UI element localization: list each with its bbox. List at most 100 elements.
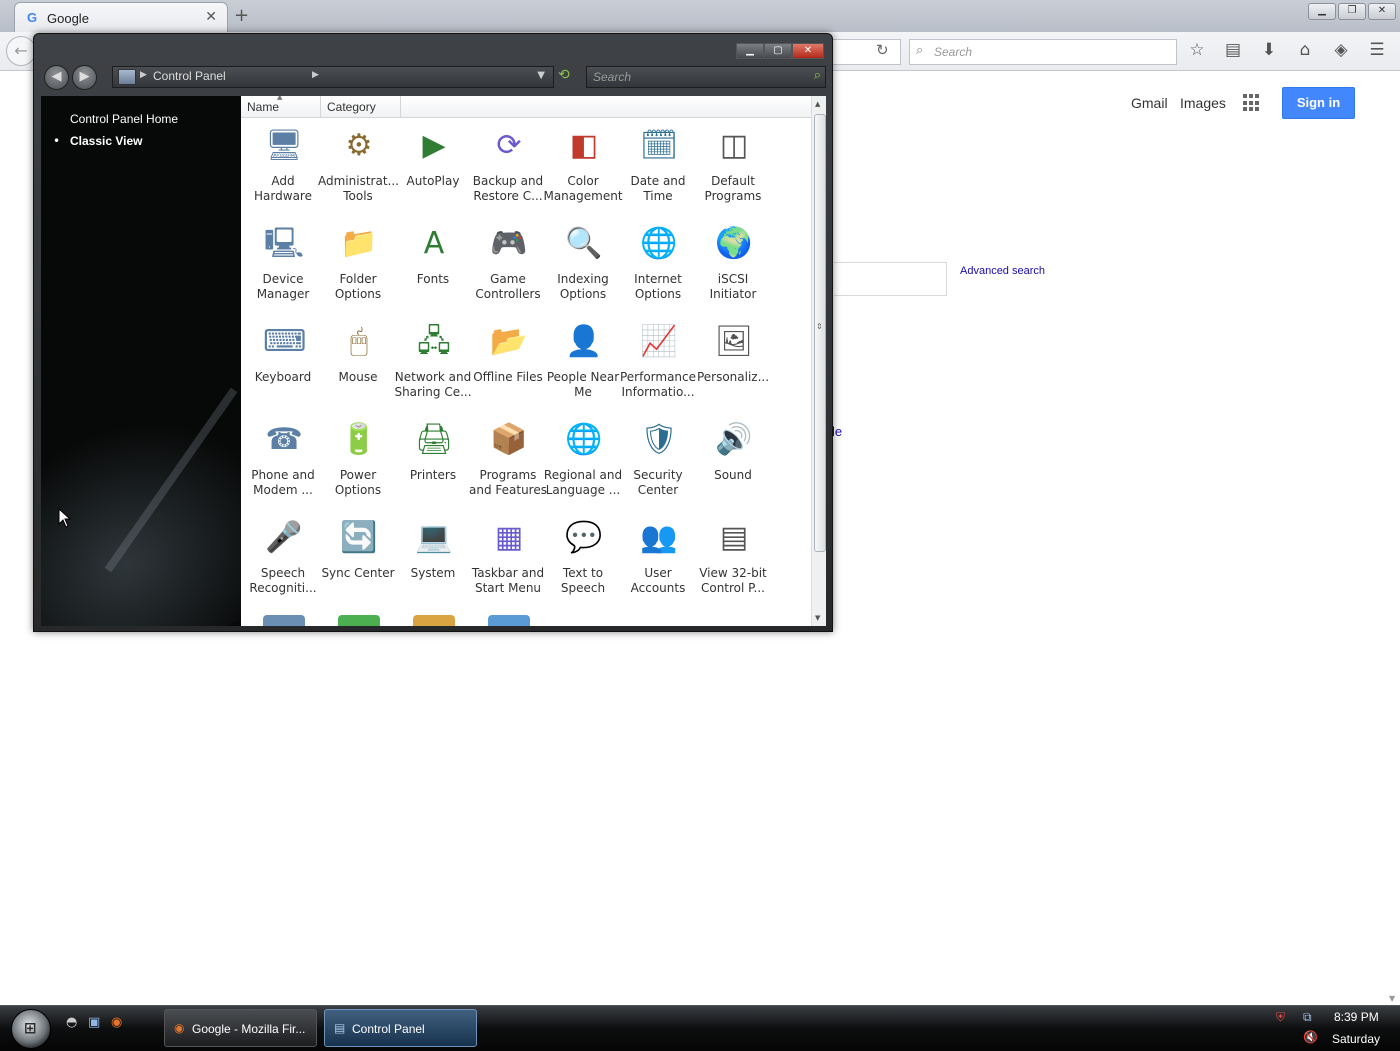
cp-item[interactable]: 👤 People Near Me bbox=[545, 317, 621, 413]
scroll-down-icon[interactable]: ▼ bbox=[815, 614, 820, 622]
cp-item[interactable]: 🎤 Speech Recogniti... bbox=[245, 513, 321, 609]
network-icon[interactable]: ⧉ bbox=[1303, 1010, 1312, 1025]
clock-day[interactable]: Saturday bbox=[1332, 1032, 1380, 1046]
cp-item-partial[interactable] bbox=[245, 611, 321, 626]
cp-item-partial[interactable] bbox=[320, 611, 396, 626]
new-tab-button[interactable]: + bbox=[234, 5, 249, 26]
cp-item[interactable]: ◫ Default Programs bbox=[695, 121, 771, 217]
cp-item[interactable]: 💻 System bbox=[395, 513, 471, 609]
page-scrollbar[interactable]: ▼ bbox=[1386, 70, 1400, 1005]
tab-close-icon[interactable]: ✕ bbox=[205, 9, 217, 25]
cp-item[interactable]: ☎ Phone and Modem ... bbox=[245, 415, 321, 511]
cp-item[interactable]: 🖧 Network and Sharing Ce... bbox=[394, 317, 471, 413]
scroll-down-icon[interactable]: ▼ bbox=[1389, 994, 1395, 1003]
cp-item[interactable]: 🌐 Internet Options bbox=[620, 219, 696, 315]
cp-close-button[interactable]: ✕ bbox=[792, 43, 824, 59]
menu-icon[interactable]: ☰ bbox=[1366, 40, 1388, 60]
cp-item[interactable]: 🎮 Game Controllers bbox=[470, 219, 546, 315]
cp-item[interactable]: 📈 Performance Informatio... bbox=[620, 317, 696, 413]
cp-item[interactable]: 🗓 Date and Time bbox=[620, 121, 696, 217]
cp-item[interactable]: 🔄 Sync Center bbox=[320, 513, 396, 609]
column-header-name[interactable]: ▲ Name bbox=[241, 96, 321, 117]
search-icon[interactable]: ⌕ bbox=[814, 68, 821, 83]
browser-toolbar: ☆ ▤ ⬇ ⌂ ◈ ☰ bbox=[1186, 40, 1388, 60]
cp-item[interactable]: 🖳 Device Manager bbox=[245, 219, 321, 315]
browser-search-input[interactable]: ⌕ Search bbox=[909, 39, 1177, 65]
cp-item[interactable]: ▦ Taskbar and Start Menu bbox=[470, 513, 546, 609]
cp-item[interactable]: ◧ Color Management bbox=[543, 121, 622, 217]
breadcrumb-arrow-icon[interactable]: ▶ bbox=[140, 70, 147, 80]
cp-item[interactable]: 📂 Offline Files bbox=[470, 317, 546, 413]
column-header-category[interactable]: Category bbox=[321, 96, 401, 117]
cp-item-label: Programs and Features bbox=[469, 468, 547, 497]
cp-item[interactable]: ▶ AutoPlay bbox=[395, 121, 471, 217]
cp-item[interactable]: 🔊 Sound bbox=[695, 415, 771, 511]
cp-item-partial[interactable] bbox=[470, 611, 546, 626]
advanced-search-link[interactable]: Advanced search bbox=[960, 265, 1045, 277]
home-icon[interactable]: ⌂ bbox=[1294, 40, 1316, 60]
cp-item[interactable]: 🌐 Regional and Language ... bbox=[544, 415, 622, 511]
partial-link[interactable]: le bbox=[832, 424, 842, 439]
cp-item[interactable]: 📦 Programs and Features bbox=[469, 415, 547, 511]
cp-back-button[interactable]: ◀ bbox=[44, 65, 69, 90]
back-button[interactable]: ← bbox=[6, 36, 36, 66]
firefox-icon[interactable]: ◉ bbox=[111, 1015, 122, 1030]
url-bar[interactable] bbox=[830, 39, 901, 65]
cp-item[interactable]: 🛡 Security Center bbox=[620, 415, 696, 511]
switch-windows-icon[interactable]: ▣ bbox=[88, 1015, 100, 1030]
cp-scrollbar[interactable]: ▲ ⇕ ▼ bbox=[811, 96, 826, 626]
images-link[interactable]: Images bbox=[1180, 95, 1226, 111]
control-panel-home-link[interactable]: Control Panel Home bbox=[70, 112, 178, 126]
security-alert-icon[interactable]: ⛨ bbox=[1276, 1010, 1285, 1025]
cp-item[interactable]: 🔍 Indexing Options bbox=[545, 219, 621, 315]
cp-item[interactable]: 🖨 Printers bbox=[395, 415, 471, 511]
google-search-input[interactable] bbox=[834, 262, 947, 296]
pocket-icon[interactable]: ◈ bbox=[1330, 40, 1352, 60]
cp-item[interactable]: ⚙ Administrat... Tools bbox=[318, 121, 399, 217]
download-icon[interactable]: ⬇ bbox=[1258, 40, 1280, 60]
cp-item[interactable]: 📁 Folder Options bbox=[320, 219, 396, 315]
cp-forward-button[interactable]: ▶ bbox=[72, 65, 97, 90]
iscsi-icon: 🌍 bbox=[715, 226, 753, 261]
close-button[interactable]: ✕ bbox=[1368, 3, 1396, 20]
minimize-button[interactable]: ▁ bbox=[1308, 3, 1336, 20]
gmail-link[interactable]: Gmail bbox=[1131, 95, 1168, 111]
taskbar-button-firefox[interactable]: ◉ Google - Mozilla Fir... bbox=[164, 1009, 317, 1047]
cp-address-bar[interactable]: ▶ Control Panel ▶ ▼ bbox=[112, 66, 554, 88]
apps-grid-icon[interactable] bbox=[1243, 94, 1261, 112]
reading-list-icon[interactable]: ▤ bbox=[1222, 40, 1244, 60]
cp-item[interactable]: 💬 Text to Speech bbox=[545, 513, 621, 609]
chevron-down-icon[interactable]: ▼ bbox=[537, 70, 545, 81]
scroll-thumb[interactable] bbox=[814, 114, 826, 552]
start-button[interactable]: ⊞ bbox=[11, 1009, 51, 1049]
cp-item[interactable]: 🖱 Mouse bbox=[320, 317, 396, 413]
refresh-icon[interactable]: ⟲ bbox=[558, 67, 570, 83]
browser-tab[interactable]: G Google ✕ bbox=[14, 2, 228, 33]
volume-muted-icon[interactable]: 🔇 bbox=[1303, 1030, 1318, 1044]
clock-time[interactable]: 8:39 PM bbox=[1334, 1010, 1379, 1024]
cp-maximize-button[interactable]: ▢ bbox=[764, 43, 792, 59]
cp-item[interactable]: A Fonts bbox=[395, 219, 471, 315]
scroll-up-icon[interactable]: ▲ bbox=[815, 100, 820, 108]
reload-icon[interactable]: ↻ bbox=[876, 41, 889, 59]
restore-button[interactable]: ❐ bbox=[1338, 3, 1366, 20]
cp-item[interactable]: ⟳ Backup and Restore C... bbox=[470, 121, 546, 217]
cp-item-partial[interactable] bbox=[395, 611, 471, 626]
cp-item[interactable]: 👥 User Accounts bbox=[620, 513, 696, 609]
cp-item[interactable]: 🖼 Personaliz... bbox=[695, 317, 771, 413]
cp-search-input[interactable]: Search ⌕ bbox=[586, 66, 826, 88]
cp-item[interactable]: 🖥 Add Hardware bbox=[245, 121, 321, 217]
classic-view-link[interactable]: Classic View bbox=[70, 134, 143, 148]
breadcrumb[interactable]: Control Panel bbox=[153, 69, 226, 83]
column-headers: ▲ Name Category bbox=[241, 96, 811, 118]
cp-item[interactable]: 🔋 Power Options bbox=[320, 415, 396, 511]
cp-item[interactable]: 🌍 iSCSI Initiator bbox=[695, 219, 771, 315]
star-icon[interactable]: ☆ bbox=[1186, 40, 1208, 60]
sign-in-button[interactable]: Sign in bbox=[1282, 87, 1355, 119]
cp-item[interactable]: ⌨ Keyboard bbox=[245, 317, 321, 413]
show-desktop-icon[interactable]: ◓ bbox=[66, 1015, 77, 1030]
breadcrumb-arrow-icon[interactable]: ▶ bbox=[312, 70, 319, 80]
cp-item[interactable]: ▤ View 32-bit Control P... bbox=[695, 513, 771, 609]
cp-minimize-button[interactable]: ▁ bbox=[736, 43, 764, 59]
taskbar-button-control-panel[interactable]: ▤ Control Panel bbox=[324, 1009, 477, 1047]
